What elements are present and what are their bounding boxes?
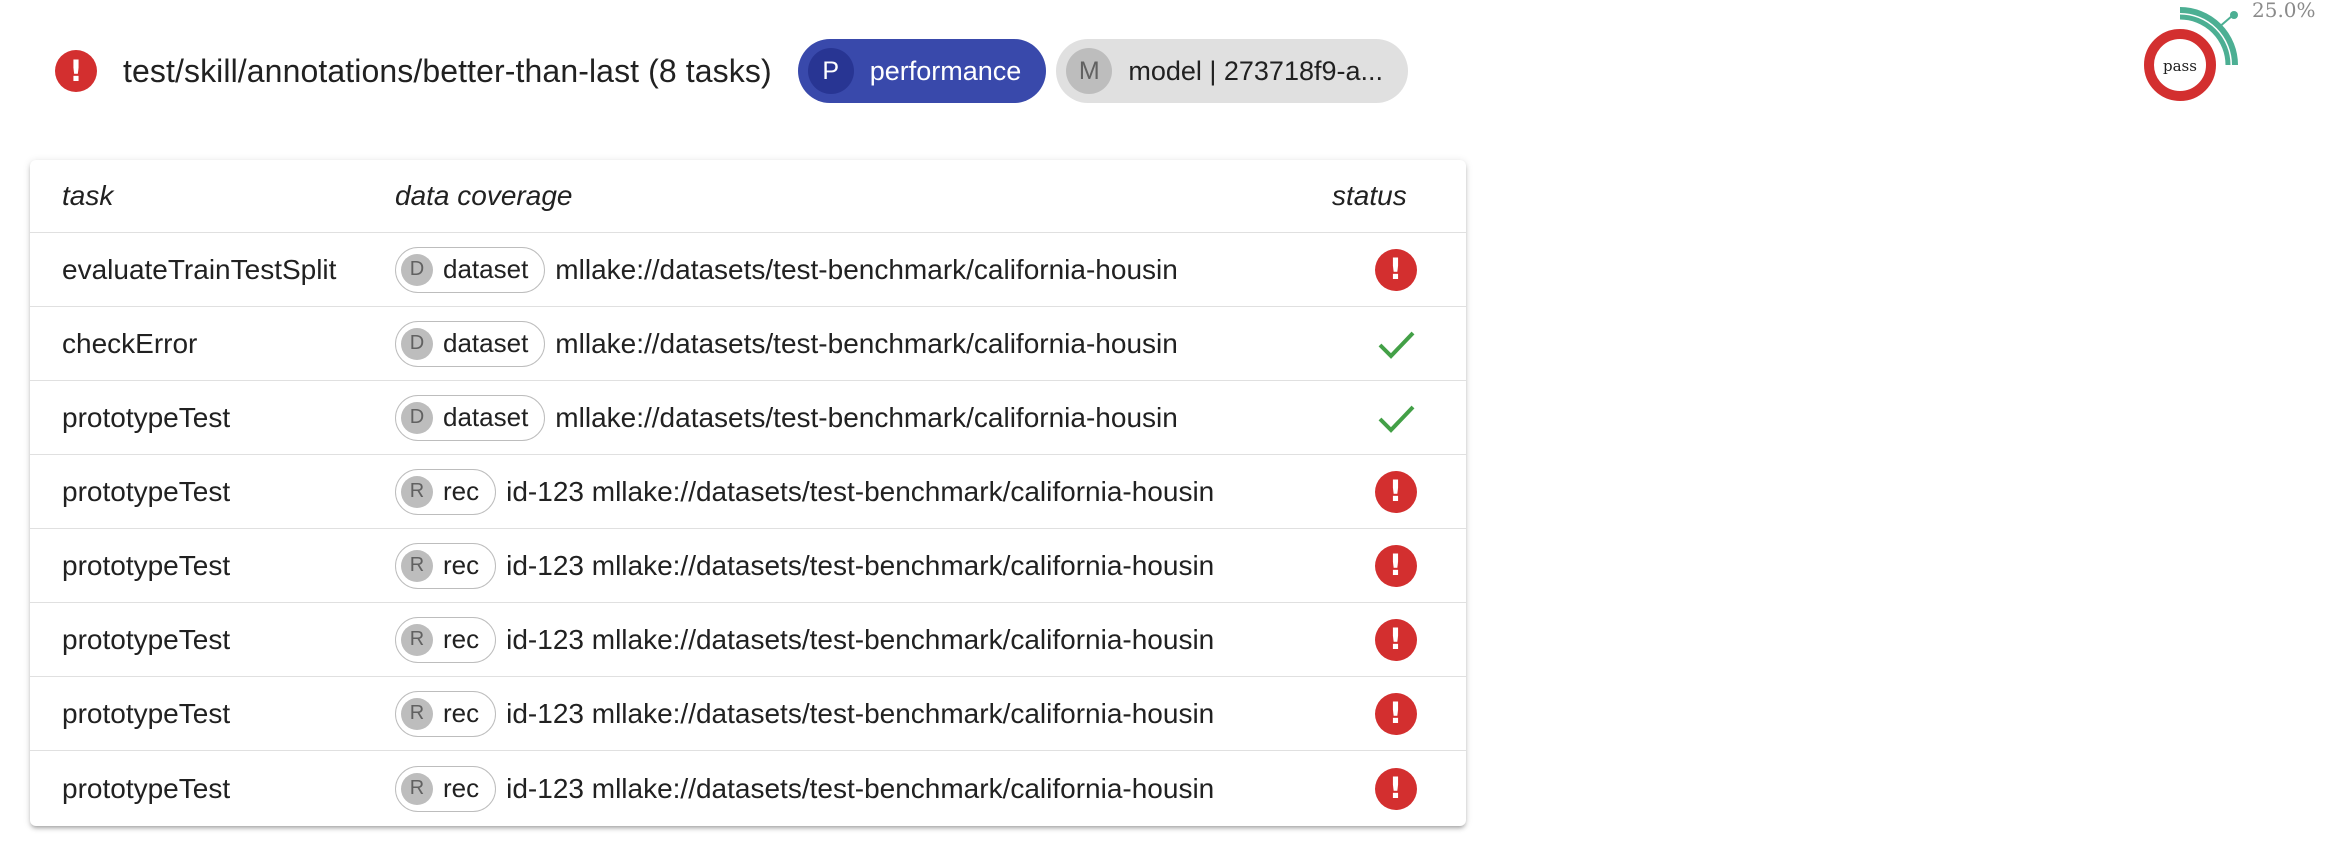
column-header-coverage[interactable]: data coverage	[395, 180, 1325, 212]
status-cell: !	[1325, 248, 1466, 291]
chip-avatar: R	[401, 475, 433, 508]
chip-label: rec	[443, 476, 480, 506]
coverage-cell: Rrec id-123 mllake://datasets/test-benchm…	[395, 765, 1325, 812]
column-header-task[interactable]: task	[30, 180, 395, 212]
task-name: prototypeTest	[62, 549, 231, 581]
gauge-percent: 25.0%	[2252, 0, 2316, 22]
chip-avatar: D	[401, 253, 433, 286]
coverage-cell: Rrec id-123 mllake://datasets/test-benchm…	[395, 616, 1325, 663]
coverage-cell: Rrec id-123 mllake://datasets/test-benchm…	[395, 690, 1325, 737]
task-name: evaluateTrainTestSplit	[62, 253, 337, 285]
coverage-path: id-123 mllake://datasets/test-benchmark/…	[506, 697, 1215, 729]
coverage-cell: Ddataset mllake://datasets/test-benchmark…	[395, 394, 1325, 441]
task-name: prototypeTest	[62, 623, 231, 655]
table-row[interactable]: prototypeTest Rrec id-123 mllake://dataset…	[30, 751, 1466, 826]
coverage-cell: Rrec id-123 mllake://datasets/test-benchm…	[395, 468, 1325, 515]
status-cell: !	[1325, 767, 1466, 810]
coverage-chip[interactable]: Rrec	[395, 765, 497, 812]
chip-label: performance	[869, 55, 1022, 86]
chip-label: model | 273718f9-a...	[1128, 55, 1384, 86]
coverage-path: id-123 mllake://datasets/test-benchmark/…	[506, 475, 1215, 507]
page-header: ! test/skill/annotations/better-than-las…	[55, 36, 1418, 106]
status-cell: !	[1325, 692, 1466, 735]
table-row[interactable]: prototypeTest Rrec id-123 mllake://dataset…	[30, 603, 1466, 677]
page-title: test/skill/annotations/better-than-last …	[123, 52, 772, 89]
coverage-path: mllake://datasets/test-benchmark/califor…	[555, 253, 1178, 285]
status-cell	[1325, 398, 1466, 438]
chip-avatar: R	[401, 772, 433, 805]
chip-avatar: P	[807, 48, 854, 94]
task-name: prototypeTest	[62, 401, 231, 433]
gauge-label: pass	[2163, 57, 2197, 75]
chip-label: rec	[443, 624, 480, 654]
coverage-chip[interactable]: Ddataset	[395, 320, 546, 367]
status-cell: !	[1325, 544, 1466, 587]
error-icon: !	[1374, 618, 1417, 661]
tasks-table: task data coverage status evaluateTrainT…	[30, 160, 1466, 826]
table-header-row: task data coverage status	[30, 160, 1466, 233]
task-name: prototypeTest	[62, 475, 231, 507]
status-cell: !	[1325, 618, 1466, 661]
table-row[interactable]: prototypeTest Rrec id-123 mllake://dataset…	[30, 529, 1466, 603]
table-row[interactable]: prototypeTest Ddataset mllake://datasets/t…	[30, 381, 1466, 455]
table-row[interactable]: evaluateTrainTestSplit Ddataset mllake://d…	[30, 233, 1466, 307]
skill-chip[interactable]: P performance	[797, 39, 1047, 103]
coverage-chip[interactable]: Rrec	[395, 616, 497, 663]
error-icon: !	[1374, 470, 1417, 513]
column-header-status[interactable]: status	[1325, 180, 1466, 212]
task-name: prototypeTest	[62, 697, 231, 729]
chip-avatar: D	[401, 401, 433, 434]
coverage-path: mllake://datasets/test-benchmark/califor…	[555, 401, 1178, 433]
coverage-path: mllake://datasets/test-benchmark/califor…	[555, 327, 1178, 359]
coverage-chip[interactable]: Ddataset	[395, 394, 546, 441]
chip-label: rec	[443, 550, 480, 580]
chip-label: dataset	[443, 402, 529, 432]
coverage-cell: Rrec id-123 mllake://datasets/test-benchm…	[395, 542, 1325, 589]
error-icon: !	[1374, 767, 1417, 810]
chip-avatar: R	[401, 623, 433, 656]
chip-avatar: D	[401, 327, 433, 360]
chip-label: dataset	[443, 328, 529, 358]
error-icon: !	[55, 50, 97, 92]
error-icon: !	[1374, 544, 1417, 587]
chip-label: dataset	[443, 254, 529, 284]
model-chip[interactable]: M model | 273718f9-a...	[1056, 39, 1409, 103]
status-cell	[1325, 324, 1466, 364]
coverage-path: id-123 mllake://datasets/test-benchmark/…	[506, 623, 1215, 655]
coverage-chip[interactable]: Rrec	[395, 468, 497, 515]
coverage-cell: Ddataset mllake://datasets/test-benchmark…	[395, 246, 1325, 293]
chip-avatar: R	[401, 697, 433, 730]
chip-avatar: R	[401, 549, 433, 582]
check-icon	[1378, 405, 1414, 433]
error-icon: !	[1374, 692, 1417, 735]
coverage-chip[interactable]: Rrec	[395, 542, 497, 589]
coverage-cell: Ddataset mllake://datasets/test-benchmark…	[395, 320, 1325, 367]
table-row[interactable]: checkError Ddataset mllake://datasets/test…	[30, 307, 1466, 381]
error-icon: !	[1374, 248, 1417, 291]
gauge-pointer-dot	[2230, 11, 2238, 19]
coverage-chip[interactable]: Rrec	[395, 690, 497, 737]
coverage-path: id-123 mllake://datasets/test-benchmark/…	[506, 549, 1215, 581]
chip-label: rec	[443, 698, 480, 728]
status-cell: !	[1325, 470, 1466, 513]
chip-avatar: M	[1066, 48, 1113, 94]
table-row[interactable]: prototypeTest Rrec id-123 mllake://dataset…	[30, 455, 1466, 529]
task-name: prototypeTest	[62, 772, 231, 804]
table-row[interactable]: prototypeTest Rrec id-123 mllake://dataset…	[30, 677, 1466, 751]
coverage-chip[interactable]: Ddataset	[395, 246, 546, 293]
task-name: checkError	[62, 327, 198, 359]
chip-label: rec	[443, 773, 480, 803]
check-icon	[1378, 331, 1414, 359]
coverage-path: id-123 mllake://datasets/test-benchmark/…	[506, 772, 1215, 804]
